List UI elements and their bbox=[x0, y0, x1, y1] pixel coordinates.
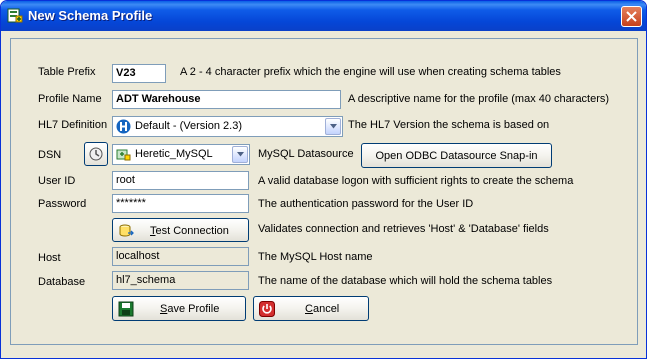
close-icon bbox=[626, 11, 637, 22]
user-id-description: A valid database logon with sufficient r… bbox=[258, 175, 574, 187]
database-connect-icon bbox=[118, 223, 134, 239]
hl7-definition-value: Default - (Version 2.3) bbox=[135, 120, 242, 132]
hl7-definition-select[interactable]: Default - (Version 2.3) bbox=[112, 116, 343, 137]
host-description: The MySQL Host name bbox=[258, 251, 373, 263]
datasource-icon bbox=[116, 147, 131, 162]
profile-name-input[interactable]: ADT Warehouse bbox=[112, 90, 341, 109]
open-odbc-snapin-button[interactable]: Open ODBC Datasource Snap-in bbox=[361, 143, 552, 168]
open-odbc-snapin-label: Open ODBC Datasource Snap-in bbox=[375, 150, 538, 162]
dsn-refresh-button[interactable] bbox=[84, 142, 108, 166]
hl7-definition-description: The HL7 Version the schema is based on bbox=[348, 119, 550, 131]
host-field: localhost bbox=[112, 247, 249, 266]
dialog-window: New Schema Profile Table Prefix V23 A 2 … bbox=[0, 0, 647, 359]
password-description: The authentication password for the User… bbox=[258, 198, 474, 210]
hl7-dropdown-arrow[interactable] bbox=[325, 118, 341, 135]
table-prefix-input[interactable]: V23 bbox=[112, 64, 166, 83]
password-label: Password bbox=[38, 198, 87, 210]
cancel-mnemonic: C bbox=[305, 303, 313, 315]
user-id-input[interactable]: root bbox=[112, 171, 249, 190]
password-input[interactable]: ******* bbox=[112, 194, 249, 213]
table-prefix-description: A 2 - 4 character prefix which the engin… bbox=[180, 66, 561, 78]
save-icon bbox=[118, 301, 134, 317]
hl7-definition-label: HL7 Definition bbox=[38, 119, 108, 131]
database-label: Database bbox=[38, 276, 86, 288]
cancel-label: ancel bbox=[312, 303, 340, 315]
window-title: New Schema Profile bbox=[28, 8, 153, 23]
dsn-value: Heretic_MySQL bbox=[135, 148, 213, 160]
schema-app-icon bbox=[7, 8, 23, 24]
table-prefix-label: Table Prefix bbox=[38, 66, 96, 78]
chevron-down-icon bbox=[237, 152, 244, 157]
hl7-globe-icon bbox=[116, 119, 131, 134]
profile-name-description: A descriptive name for the profile (max … bbox=[348, 93, 610, 105]
save-profile-button[interactable]: Save Profile bbox=[112, 296, 246, 321]
dsn-label: DSN bbox=[38, 149, 62, 161]
profile-name-label: Profile Name bbox=[38, 93, 102, 105]
close-button[interactable] bbox=[621, 6, 642, 27]
save-profile-label: ave Profile bbox=[167, 303, 220, 315]
user-id-label: User ID bbox=[38, 175, 76, 187]
test-connection-button[interactable]: Test Connection bbox=[112, 218, 249, 242]
cancel-button[interactable]: Cancel bbox=[253, 296, 369, 321]
chevron-down-icon bbox=[330, 124, 337, 129]
dsn-select[interactable]: Heretic_MySQL bbox=[112, 144, 250, 165]
host-label: Host bbox=[38, 252, 61, 264]
dsn-dropdown-arrow[interactable] bbox=[232, 146, 248, 163]
test-connection-description: Validates connection and retrieves 'Host… bbox=[258, 223, 549, 235]
refresh-icon bbox=[89, 147, 103, 161]
title-bar[interactable]: New Schema Profile bbox=[1, 1, 646, 31]
database-field: hl7_schema bbox=[112, 271, 249, 290]
test-connection-label: est Connection bbox=[155, 225, 229, 237]
dsn-description: MySQL Datasource bbox=[258, 148, 354, 160]
database-description: The name of the database which will hold… bbox=[258, 275, 553, 287]
power-off-icon bbox=[259, 301, 275, 317]
